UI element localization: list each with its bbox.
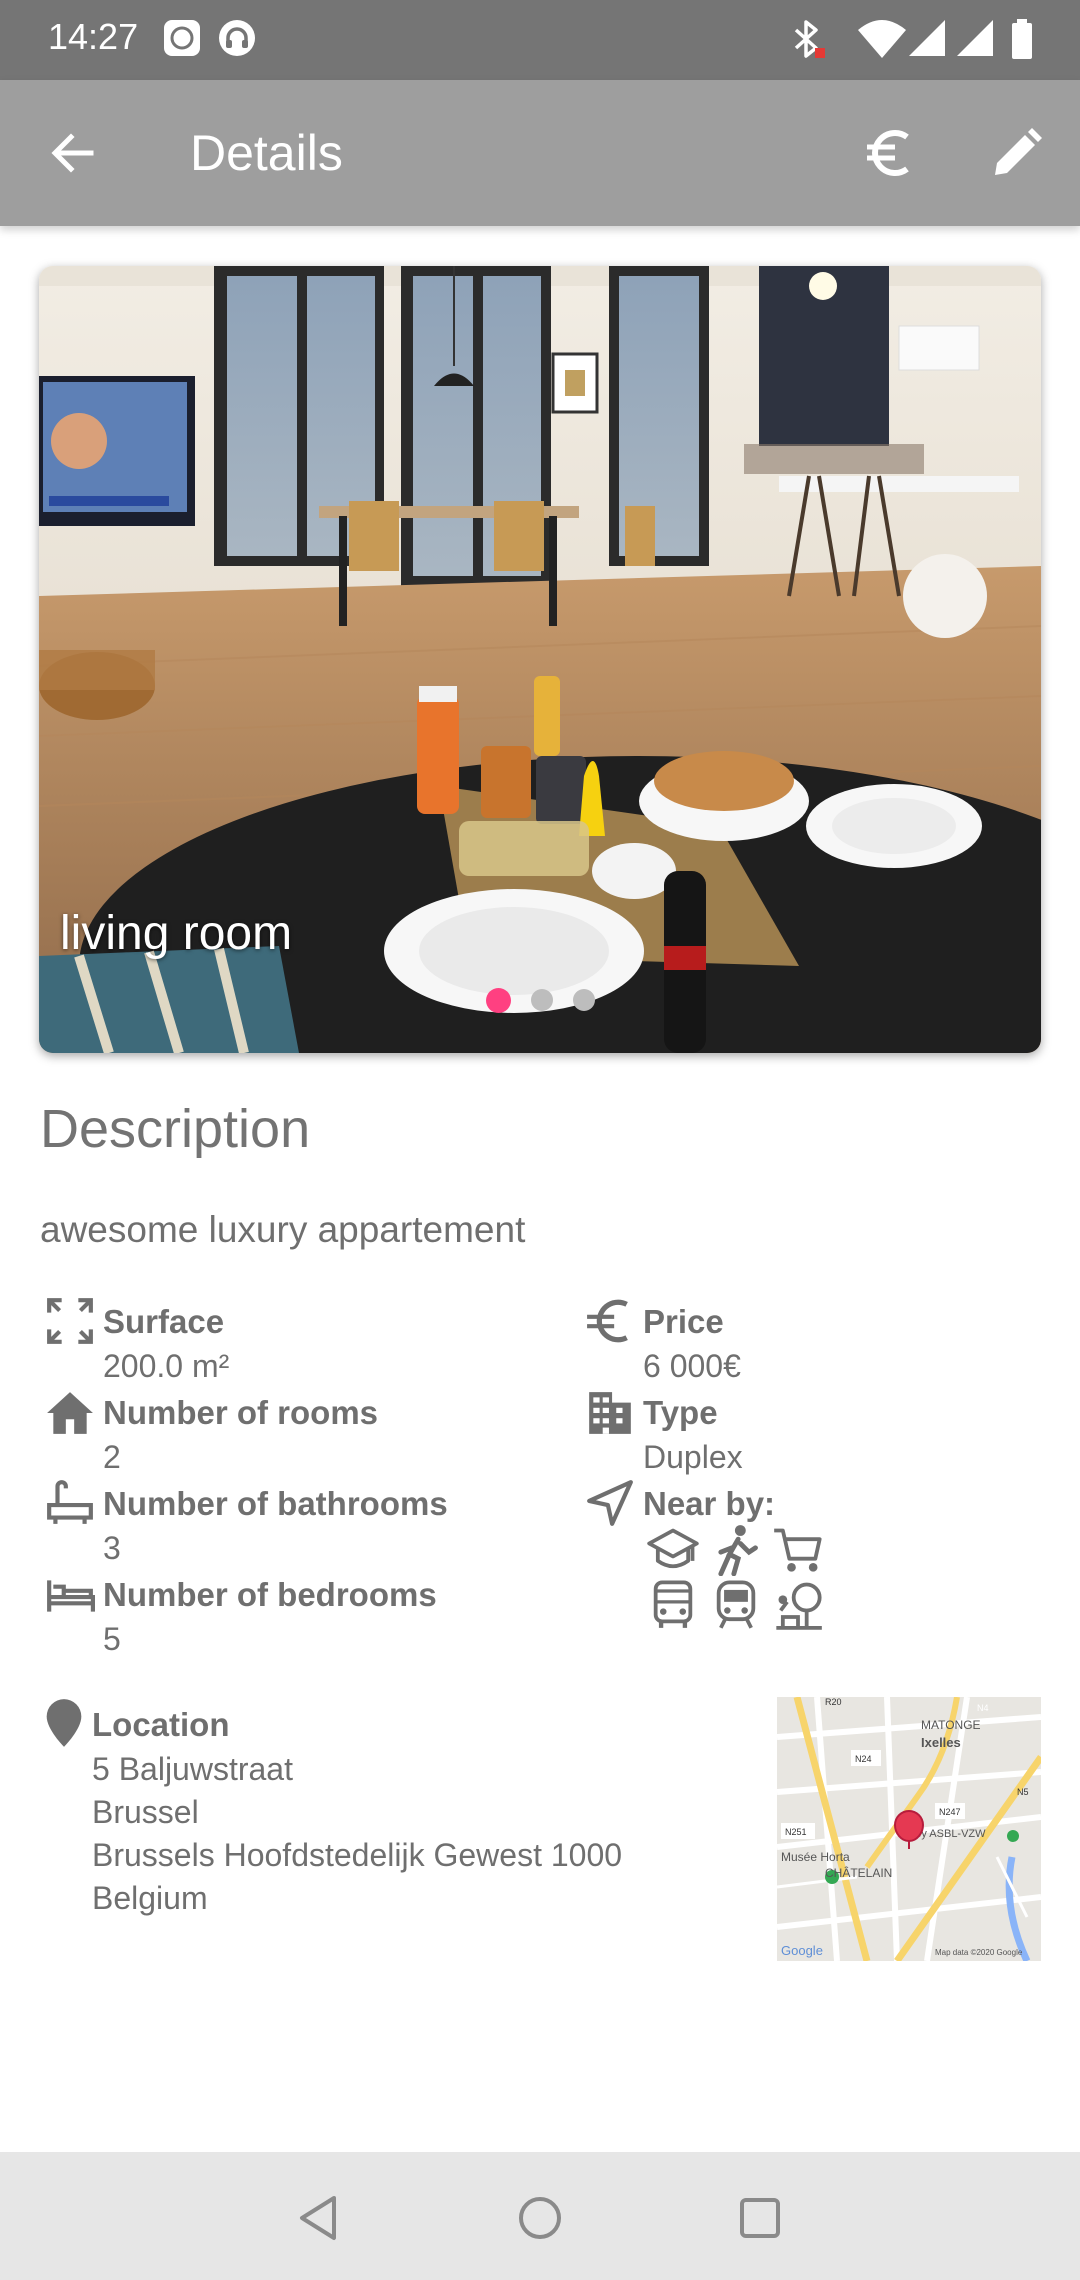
- map-label: N247: [939, 1807, 961, 1817]
- battery-icon: [1012, 19, 1032, 59]
- location-city: Brussel: [92, 1794, 199, 1830]
- surface-label: Surface: [103, 1303, 225, 1340]
- map-label: N24: [855, 1754, 872, 1764]
- photo-carousel[interactable]: living room: [39, 266, 1041, 1053]
- price-value: 6 000€: [643, 1348, 741, 1384]
- status-time: 14:27: [48, 16, 139, 57]
- headset-app-icon: [219, 20, 255, 56]
- system-nav-bar: [0, 2152, 1080, 2280]
- price-label: Price: [643, 1303, 724, 1340]
- edit-button[interactable]: [984, 120, 1050, 186]
- map-label: N5: [1017, 1787, 1029, 1797]
- nav-recents-icon[interactable]: [732, 2190, 788, 2246]
- euro-icon: [867, 130, 909, 176]
- rooms-label: Number of rooms: [103, 1394, 379, 1431]
- description-text: awesome luxury appartement: [40, 1209, 526, 1250]
- rooms-value: 2: [103, 1439, 121, 1475]
- wifi-icon: [858, 20, 906, 58]
- carousel-indicator[interactable]: [39, 988, 1041, 1013]
- park-walk-icon: [718, 1525, 758, 1576]
- photo-caption: living room: [60, 907, 293, 960]
- near-by-label: Near by:: [643, 1485, 776, 1522]
- bus-icon: [653, 1580, 693, 1628]
- description-heading: Description: [40, 1099, 311, 1159]
- map-thumbnail[interactable]: MATONGE Ixelles Musée Horta CHÂTELAIN og…: [777, 1697, 1041, 1961]
- home-icon: [47, 1392, 93, 1434]
- fullscreen-icon: [47, 1298, 93, 1344]
- back-button[interactable]: [40, 120, 106, 186]
- nav-back-icon[interactable]: [292, 2190, 348, 2246]
- map-label: MATONGE: [921, 1718, 981, 1732]
- google-logo: Google: [781, 1943, 823, 1958]
- euro-icon: [587, 1299, 628, 1343]
- signal-icon: [957, 20, 993, 56]
- location-street: 5 Baljuwstraat: [92, 1751, 293, 1787]
- nav-home-icon[interactable]: [512, 2190, 568, 2246]
- school-icon: [647, 1528, 699, 1569]
- place-icon: [46, 1699, 82, 1747]
- navigation-icon: [587, 1480, 633, 1526]
- building-icon: [589, 1392, 631, 1434]
- signal-icon: [909, 20, 945, 56]
- bluetooth-icon: [794, 20, 825, 58]
- map-label: CHÂTELAIN: [825, 1865, 892, 1880]
- carousel-dot-1[interactable]: [485, 988, 511, 1013]
- bathrooms-value: 3: [103, 1530, 121, 1566]
- carousel-dot-3[interactable]: [572, 989, 595, 1011]
- carousel-dot-2[interactable]: [530, 989, 553, 1011]
- map-label: N4: [977, 1703, 989, 1713]
- location-label: Location: [92, 1706, 230, 1743]
- map-label: R20: [825, 1697, 842, 1707]
- surface-value: 200.0 m²: [103, 1348, 230, 1384]
- type-label: Type: [643, 1394, 718, 1431]
- map-label: Ixelles: [921, 1735, 961, 1750]
- notification-app-icon: [164, 20, 200, 56]
- map-label: N251: [785, 1827, 807, 1837]
- arrow-back-icon: [51, 133, 94, 173]
- currency-button[interactable]: [856, 120, 922, 186]
- playground-icon: [776, 1582, 822, 1630]
- app-bar: Details: [0, 80, 1080, 226]
- status-bar: 14:27: [0, 0, 1080, 80]
- bedrooms-label: Number of bedrooms: [103, 1576, 437, 1613]
- map-label: Musée Horta: [781, 1850, 850, 1864]
- bathrooms-label: Number of bathrooms: [103, 1485, 448, 1522]
- bed-icon: [47, 1580, 95, 1612]
- map-attribution: Map data ©2020 Google: [935, 1948, 1023, 1957]
- location-region: Brussels Hoofdstedelijk Gewest 1000: [92, 1837, 623, 1873]
- location-country: Belgium: [92, 1880, 208, 1916]
- bathtub-icon: [47, 1480, 93, 1524]
- bedrooms-value: 5: [103, 1621, 121, 1657]
- pencil-icon: [995, 128, 1042, 175]
- page-title: Details: [190, 125, 343, 181]
- shopping-cart-icon: [774, 1528, 822, 1572]
- type-value: Duplex: [643, 1439, 743, 1475]
- train-icon: [716, 1580, 756, 1629]
